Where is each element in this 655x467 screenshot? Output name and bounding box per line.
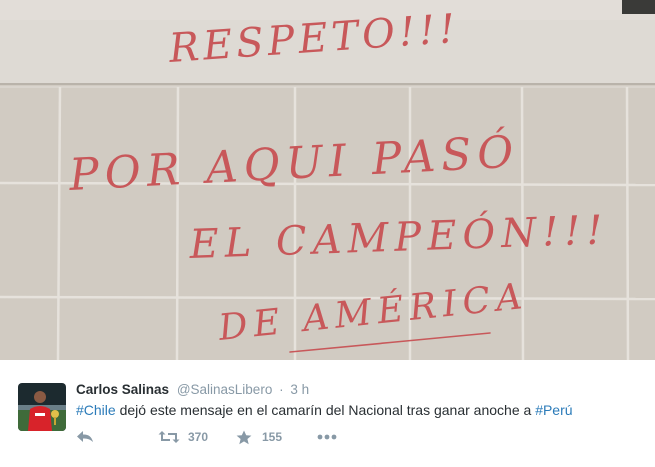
favorite-button[interactable]: 155 xyxy=(236,428,282,446)
favorite-count: 155 xyxy=(262,430,283,444)
author-name[interactable]: Carlos Salinas xyxy=(76,382,169,397)
tweet-header: Carlos Salinas @SalinasLibero · 3 h xyxy=(76,382,309,398)
avatar[interactable] xyxy=(18,383,66,431)
tweet-text: #Chile dejó este mensaje en el camarín d… xyxy=(76,401,573,419)
retweet-count: 370 xyxy=(188,430,209,444)
author-handle[interactable]: @SalinasLibero xyxy=(177,382,273,397)
tweet-photo[interactable]: RESPETO!!! POR AQUI PASÓ EL CAMPEÓN!!! D… xyxy=(0,0,655,360)
retweet-button[interactable]: 370 xyxy=(158,428,208,446)
tweet-time[interactable]: 3 h xyxy=(290,382,309,397)
tweet-actions: 370 155 xyxy=(76,428,376,446)
tweet-card[interactable]: Carlos Salinas @SalinasLibero · 3 h #Chi… xyxy=(0,360,655,467)
retweet-icon xyxy=(158,430,180,444)
separator-dot: · xyxy=(279,382,284,397)
more-dots-icon xyxy=(317,434,337,440)
wall-photo-drawing: RESPETO!!! POR AQUI PASÓ EL CAMPEÓN!!! D… xyxy=(0,0,655,360)
reply-button[interactable] xyxy=(76,428,94,446)
more-button[interactable] xyxy=(317,428,337,446)
hashtag-link[interactable]: #Perú xyxy=(535,402,572,418)
reply-icon xyxy=(76,430,94,444)
tweet-text-body: dejó este mensaje en el camarín del Naci… xyxy=(115,402,536,418)
favorite-star-icon xyxy=(236,430,252,445)
hashtag-link[interactable]: #Chile xyxy=(76,402,116,418)
